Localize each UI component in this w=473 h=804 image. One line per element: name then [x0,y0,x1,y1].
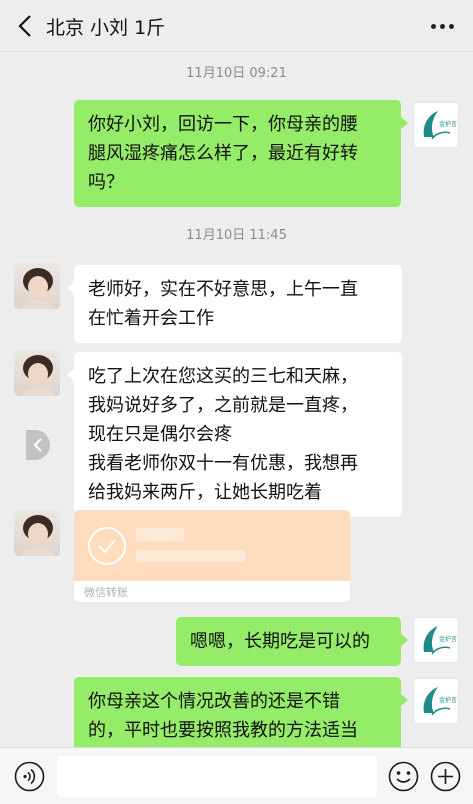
message-line: 在忙着开会工作 [88,308,214,329]
blurred-amount [136,528,184,542]
input-bar [0,747,473,804]
portrait-icon [22,268,54,309]
chevron-left-icon[interactable] [12,12,38,40]
top-bar: 北京 小刘 1斤 [0,0,473,52]
message-input[interactable] [57,756,377,797]
message-line: 嗯嗯，长期吃是可以的 [190,631,370,652]
timestamp: 11月10日 09:21 [186,66,287,81]
message-line: 腿风湿疼痛怎么样了，最近有好转 [88,143,358,164]
chat-area[interactable]: 11月10日 09:21 你好小刘，回访一下，你母亲的腰 腿风湿疼痛怎么样了，最… [0,53,473,747]
logo-icon: 金护言 [423,111,457,140]
message-line: 给我妈来两斤，让她长期吃着 [88,482,322,503]
portrait-icon [22,355,54,396]
transfer-label: 微信转账 [84,586,128,599]
timestamp: 11月10日 11:45 [186,228,287,243]
checkmark-icon [88,527,126,565]
portrait-icon [22,515,54,556]
message-bubble-received[interactable]: 吃了上次在您这买的三七和天麻， 我妈说好多了，之前就是一直疼， 现在只是偶尔会疼… [67,352,402,517]
message-line: 的，平时也要按照我教的方法适当 [88,720,358,741]
svg-text:金护言: 金护言 [439,120,457,128]
blurred-status [136,550,246,562]
my-avatar[interactable]: 金护言 [413,102,459,148]
message-line: 你母亲这个情况改善的还是不错 [88,691,340,712]
message-bubble-sent[interactable]: 你母亲这个情况改善的还是不错 的，平时也要按照我教的方法适当 [74,677,408,747]
chevron-left-icon[interactable] [26,430,50,460]
transfer-card[interactable]: 微信转账 [74,510,350,602]
chat-title: 北京 小刘 1斤 [46,17,166,39]
message-line: 你好小刘，回访一下，你母亲的腰 [88,114,358,135]
emoji-icon[interactable] [388,761,419,792]
voice-icon[interactable] [14,761,45,792]
message-line: 吃了上次在您这买的三七和天麻， [88,366,358,387]
my-avatar[interactable]: 金护言 [413,617,459,663]
message-line: 老师好，实在不好意思，上午一直 [88,279,358,300]
plus-icon[interactable] [430,761,461,792]
more-dots-icon[interactable] [425,12,459,40]
svg-text:金护言: 金护言 [439,635,457,643]
my-avatar[interactable]: 金护言 [413,678,459,724]
message-bubble-sent[interactable]: 嗯嗯，长期吃是可以的 [176,617,408,666]
message-line: 我看老师你双十一有优惠，我想再 [88,453,358,474]
message-line: 我妈说好多了，之前就是一直疼， [88,395,358,416]
logo-icon: 金护言 [423,626,457,655]
contact-avatar[interactable] [14,350,60,396]
transfer-card-top [74,510,350,581]
message-line: 吗？ [88,172,124,193]
contact-avatar[interactable] [14,263,60,309]
message-line: 现在只是偶尔会疼 [88,424,232,445]
logo-icon: 金护言 [423,687,457,716]
svg-text:金护言: 金护言 [439,696,457,704]
message-bubble-sent[interactable]: 你好小刘，回访一下，你母亲的腰 腿风湿疼痛怎么样了，最近有好转 吗？ [74,100,408,207]
message-bubble-received[interactable]: 老师好，实在不好意思，上午一直 在忙着开会工作 [67,265,402,343]
contact-avatar[interactable] [14,510,60,556]
